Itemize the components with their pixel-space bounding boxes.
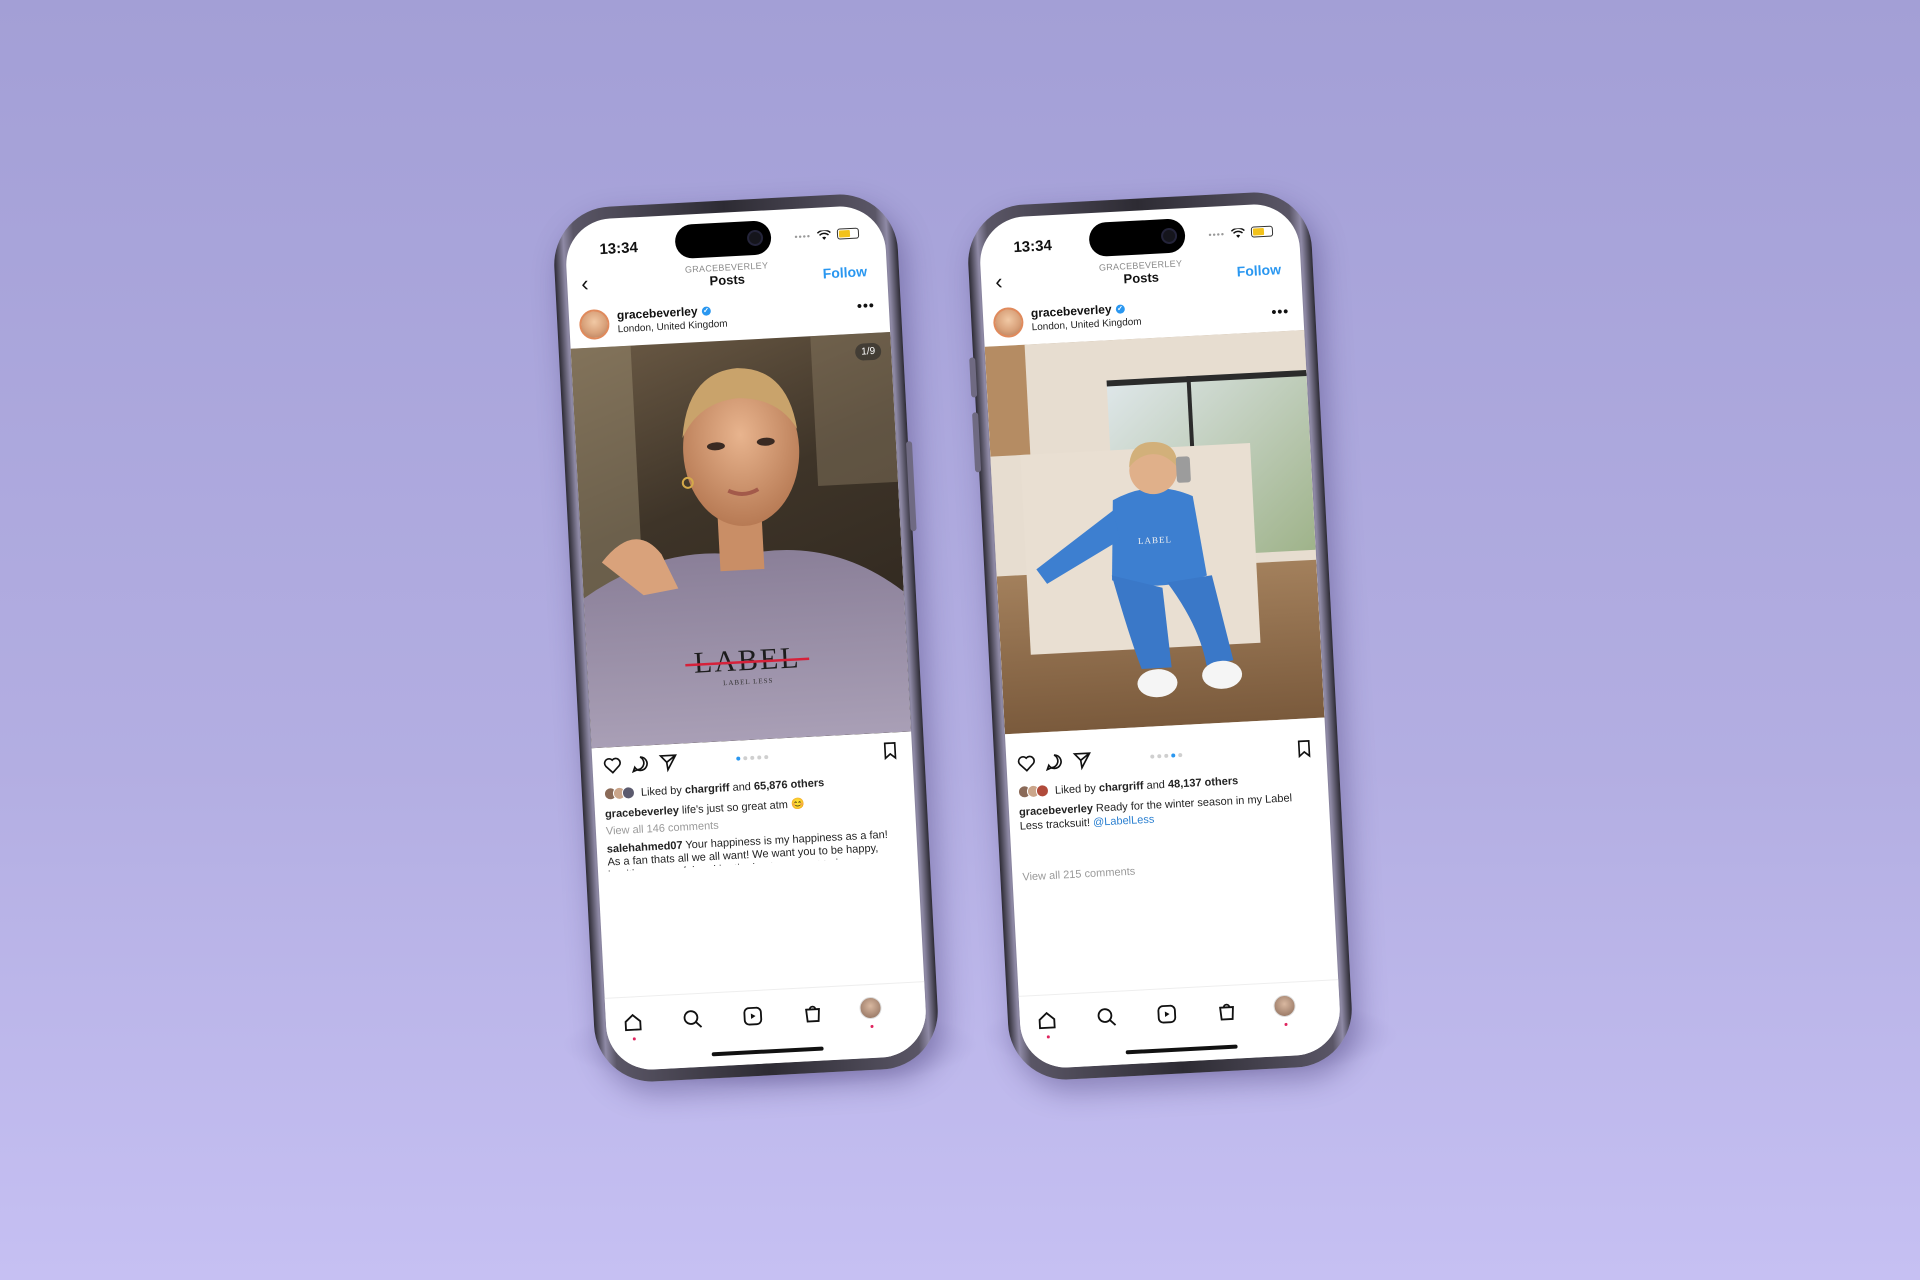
post-username[interactable]: gracebeverley bbox=[617, 304, 698, 322]
signal-icon: •••• bbox=[794, 230, 812, 242]
sweatshirt-print-text: LABEL bbox=[1138, 534, 1172, 546]
volume-down-button bbox=[972, 412, 982, 473]
caption-username[interactable]: gracebeverley bbox=[1019, 803, 1094, 819]
wifi-icon bbox=[1230, 227, 1245, 238]
follow-button[interactable]: Follow bbox=[1236, 261, 1281, 279]
dynamic-island bbox=[1088, 218, 1186, 258]
home-indicator bbox=[711, 1046, 824, 1057]
phone-left: 13:34 •••• ‹ GRACEBEVERLEY Posts Follow … bbox=[551, 191, 941, 1085]
caption-username[interactable]: gracebeverley bbox=[605, 805, 680, 821]
profile-avatar-tab[interactable] bbox=[1272, 994, 1297, 1018]
profile-avatar-tab[interactable] bbox=[858, 996, 883, 1020]
search-icon[interactable] bbox=[1095, 1006, 1118, 1029]
home-icon[interactable] bbox=[621, 1011, 644, 1034]
shop-icon[interactable] bbox=[801, 1001, 824, 1024]
profile-notification-dot bbox=[1284, 1022, 1288, 1027]
wifi-icon bbox=[816, 229, 831, 240]
post-actions bbox=[1006, 733, 1327, 780]
caption-text: life's just so great atm 😊 bbox=[681, 798, 805, 817]
home-notification-dot bbox=[1046, 1035, 1050, 1039]
signal-icon: •••• bbox=[1208, 228, 1226, 240]
view-comments-link[interactable]: View all 215 comments bbox=[1022, 866, 1135, 884]
bookmark-icon[interactable] bbox=[880, 740, 901, 761]
bottom-tab-bar bbox=[604, 981, 929, 1072]
instagram-post-screen: 13:34 •••• ‹ GRACEBEVERLEY Posts Follow … bbox=[977, 202, 1343, 1070]
reels-icon[interactable] bbox=[741, 1005, 764, 1028]
selfie-illustration: LABEL LABEL LESS bbox=[570, 332, 912, 749]
more-options-icon[interactable]: ••• bbox=[857, 297, 876, 314]
bookmark-icon[interactable] bbox=[1294, 738, 1315, 759]
avatar[interactable] bbox=[578, 308, 611, 341]
post-photo[interactable]: LABEL bbox=[984, 330, 1325, 735]
reels-icon[interactable] bbox=[1155, 1003, 1178, 1026]
tracksuit-illustration: LABEL bbox=[984, 330, 1325, 735]
verified-badge-icon: ✓ bbox=[1115, 303, 1125, 314]
home-icon[interactable] bbox=[1035, 1009, 1058, 1032]
avatar[interactable] bbox=[992, 306, 1025, 339]
verified-badge-icon: ✓ bbox=[701, 305, 711, 316]
home-notification-dot bbox=[632, 1037, 636, 1041]
status-time: 13:34 bbox=[1013, 237, 1053, 257]
profile-notification-dot bbox=[870, 1024, 874, 1029]
status-time: 13:34 bbox=[599, 239, 639, 259]
camera-icon bbox=[1160, 227, 1178, 245]
follow-button[interactable]: Follow bbox=[822, 263, 867, 281]
post-caption: gracebeverley Ready for the winter seaso… bbox=[1019, 790, 1318, 834]
shop-icon[interactable] bbox=[1215, 999, 1238, 1022]
photo-counter: 1/9 bbox=[854, 342, 882, 361]
phone-right: 13:34 •••• ‹ GRACEBEVERLEY Posts Follow … bbox=[965, 189, 1355, 1083]
instagram-post-screen: 13:34 •••• ‹ GRACEBEVERLEY Posts Follow … bbox=[563, 204, 929, 1072]
power-button bbox=[905, 441, 917, 532]
post-username[interactable]: gracebeverley bbox=[1031, 302, 1112, 320]
more-options-icon[interactable]: ••• bbox=[1271, 303, 1290, 320]
home-indicator bbox=[1125, 1044, 1238, 1055]
bottom-tab-bar bbox=[1018, 979, 1343, 1070]
dynamic-island bbox=[674, 220, 772, 260]
search-icon[interactable] bbox=[681, 1008, 704, 1031]
view-comments-link[interactable]: View all 146 comments bbox=[606, 820, 719, 838]
battery-icon bbox=[836, 227, 860, 240]
camera-icon bbox=[746, 229, 764, 247]
volume-up-button bbox=[969, 357, 978, 398]
post-photo[interactable]: LABEL LABEL LESS 1/9 bbox=[570, 332, 912, 749]
battery-icon bbox=[1250, 225, 1274, 238]
caption-mention-link[interactable]: @LabelLess bbox=[1093, 814, 1155, 829]
